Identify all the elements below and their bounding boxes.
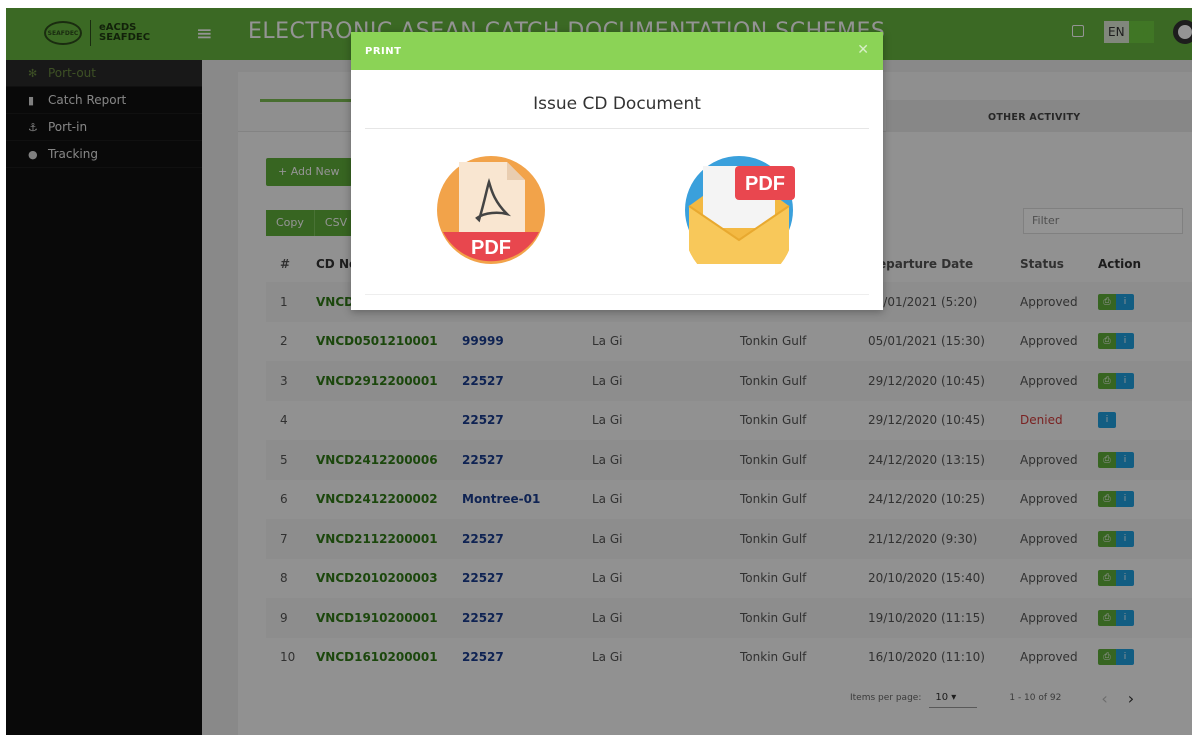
email-pdf-button[interactable]: PDF xyxy=(681,156,797,284)
pdf-file-icon: PDF xyxy=(437,156,545,264)
modal-divider xyxy=(365,128,869,129)
pdf-icon-text: PDF xyxy=(471,237,511,259)
modal-header: PRINT ✕ xyxy=(351,32,883,70)
modal-header-title: PRINT xyxy=(365,46,402,57)
mail-pdf-icon-text: PDF xyxy=(745,173,785,195)
app-window: SEAFDEC eACDS SEAFDEC ≡ ELECTRONIC ASEAN… xyxy=(6,8,1192,735)
modal-title: Issue CD Document xyxy=(533,94,701,114)
close-icon[interactable]: ✕ xyxy=(857,42,869,58)
modal-bottom-divider xyxy=(365,294,869,295)
print-modal: PRINT ✕ Issue CD Document PDF PDF xyxy=(351,32,883,310)
download-pdf-button[interactable]: PDF xyxy=(433,156,549,264)
email-pdf-icon: PDF xyxy=(685,156,795,284)
